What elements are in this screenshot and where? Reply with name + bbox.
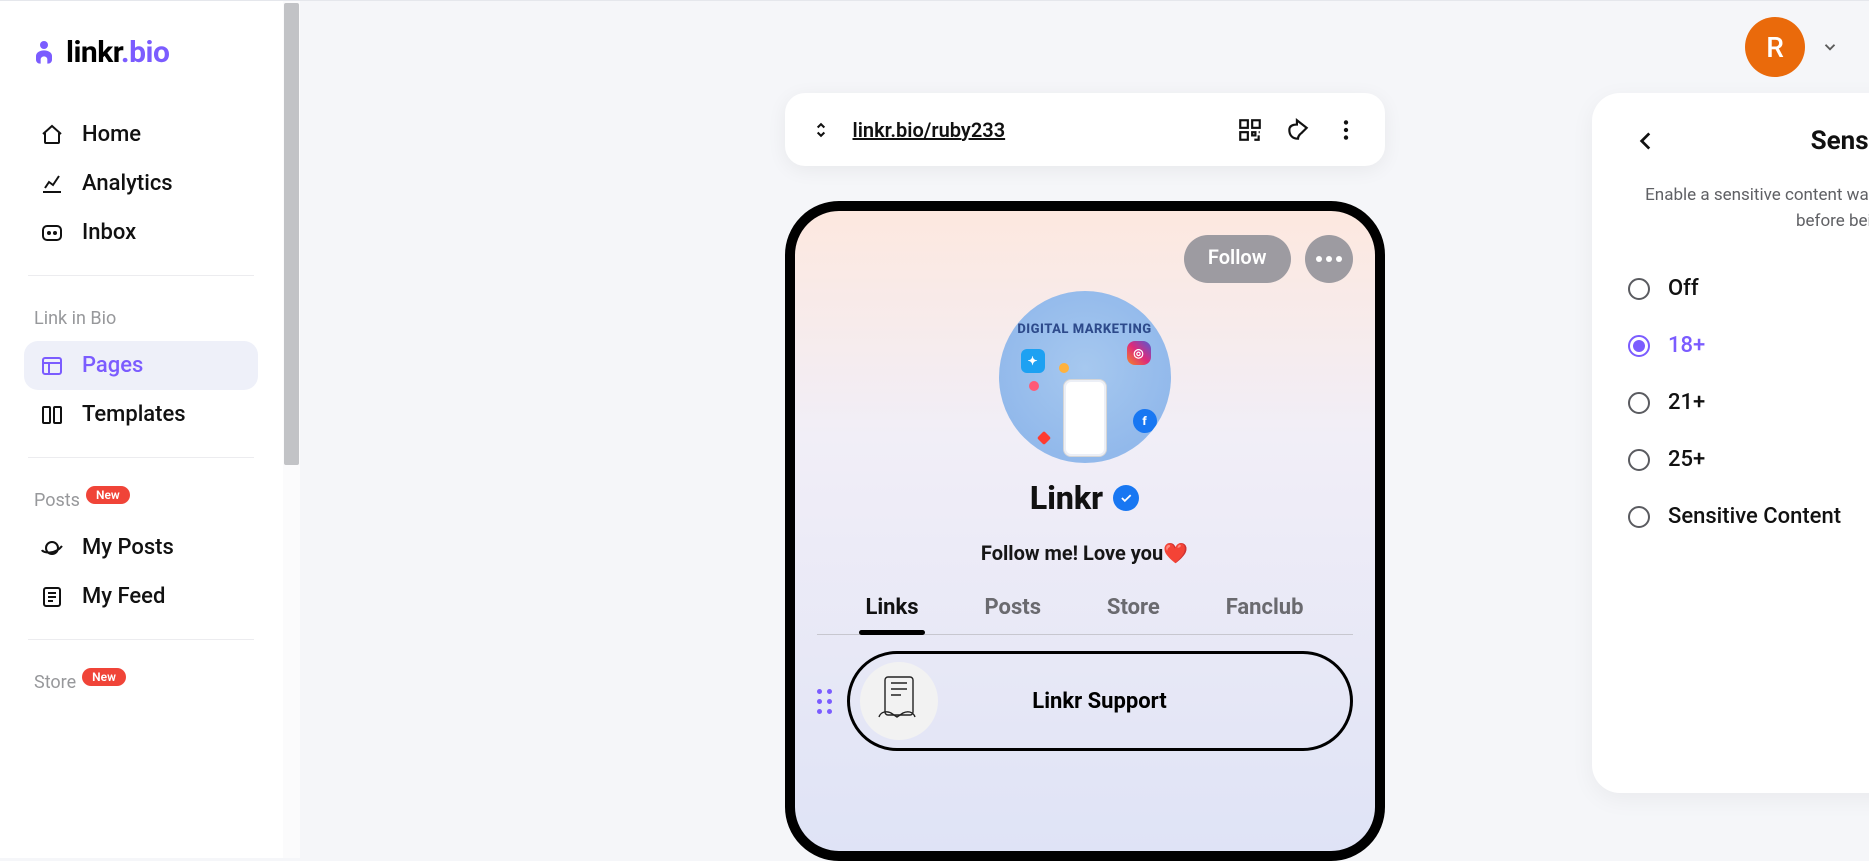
reorder-icon[interactable] [811, 120, 831, 140]
settings-panel: Sensitive Material Enable a sensitive co… [1592, 93, 1869, 793]
inbox-icon [40, 221, 64, 245]
brand-logo[interactable]: linkr.bio [28, 35, 258, 70]
radio-option-25[interactable]: 25+ [1628, 431, 1869, 488]
sidebar-item-templates[interactable]: Templates [24, 390, 258, 439]
sidebar-item-label: Home [82, 122, 141, 147]
brand-person-icon [28, 37, 60, 69]
back-button[interactable] [1628, 123, 1664, 159]
sidebar-section-posts: Posts New [34, 490, 258, 511]
user-avatar-button[interactable]: R [1745, 17, 1805, 77]
instagram-icon: ◎ [1127, 341, 1151, 365]
sidebar-divider [28, 639, 254, 640]
brand-text: linkr.bio [66, 35, 169, 70]
profile-bio: Follow me! Love you❤️ [817, 541, 1353, 565]
sidebar-item-analytics[interactable]: Analytics [24, 159, 258, 208]
radio-icon [1628, 392, 1650, 414]
sidebar-item-myposts[interactable]: My Posts [24, 523, 258, 572]
sidebar-item-home[interactable]: Home [24, 110, 258, 159]
sidebar: linkr.bio Home Analytics Inbox Link in B… [0, 1, 300, 858]
radio-option-18[interactable]: 18+ [1628, 317, 1869, 374]
home-icon [40, 123, 64, 147]
phone-preview: Follow DIGITAL MARKETING ✦ ◎ f Linkr [785, 201, 1385, 861]
topbar: R [1745, 17, 1839, 77]
new-badge: New [82, 668, 126, 686]
qr-icon[interactable] [1237, 117, 1263, 143]
analytics-icon [40, 172, 64, 196]
section-posts-label: Posts [34, 490, 80, 511]
sidebar-item-pages[interactable]: Pages [24, 341, 258, 390]
radio-label: 25+ [1668, 447, 1705, 472]
radio-option-21[interactable]: 21+ [1628, 374, 1869, 431]
more-vertical-icon[interactable] [1333, 117, 1359, 143]
sidebar-item-label: Pages [82, 353, 143, 378]
page-url-link[interactable]: linkr.bio/ruby233 [853, 118, 1215, 142]
radio-option-off[interactable]: Off [1628, 260, 1869, 317]
sidebar-scrollbar-thumb[interactable] [284, 3, 299, 465]
new-badge: New [86, 486, 130, 504]
follow-button[interactable]: Follow [1184, 235, 1291, 283]
sidebar-item-label: My Posts [82, 535, 174, 560]
twitter-icon: ✦ [1021, 349, 1045, 373]
sidebar-item-myfeed[interactable]: My Feed [24, 572, 258, 621]
section-store-label: Store [34, 672, 76, 693]
sidebar-item-label: Templates [82, 402, 186, 427]
drag-handle-icon[interactable] [817, 689, 837, 714]
templates-icon [40, 403, 64, 427]
decor-dot [1029, 381, 1039, 391]
link-block-label: Linkr Support [1032, 689, 1166, 714]
preview-tabs: Links Posts Store Fanclub [817, 587, 1353, 635]
decor-dot [1059, 363, 1069, 373]
facebook-icon: f [1133, 409, 1157, 433]
planet-icon [40, 536, 64, 560]
radio-label: 18+ [1668, 333, 1705, 358]
tab-store[interactable]: Store [1101, 587, 1166, 634]
chevron-down-icon[interactable] [1821, 38, 1839, 56]
sidebar-section-store: Store New [34, 672, 258, 693]
radio-icon [1628, 278, 1650, 300]
verified-badge-icon [1113, 485, 1139, 511]
radio-label: 21+ [1668, 390, 1705, 415]
link-block[interactable]: Linkr Support [847, 651, 1353, 751]
tab-links[interactable]: Links [859, 587, 924, 634]
avatar-phone-illustration [1063, 379, 1107, 457]
radio-option-sensitive[interactable]: Sensitive Content [1628, 488, 1869, 545]
profile-name: Linkr [1030, 479, 1103, 517]
panel-description: Enable a sensitive content warning to sh… [1628, 183, 1869, 234]
radio-icon [1628, 449, 1650, 471]
page-url-bar: linkr.bio/ruby233 [785, 93, 1385, 166]
feed-icon [40, 585, 64, 609]
sidebar-divider [28, 275, 254, 276]
sidebar-item-label: Inbox [82, 220, 136, 245]
tab-posts[interactable]: Posts [978, 587, 1047, 634]
panel-title: Sensitive Material [1811, 126, 1869, 156]
link-thumb-illustration [860, 662, 938, 740]
sidebar-item-label: Analytics [82, 171, 173, 196]
decor-dot [1036, 431, 1050, 445]
radio-label: Sensitive Content [1668, 504, 1841, 529]
sidebar-divider [28, 457, 254, 458]
radio-label: Off [1668, 276, 1699, 301]
sidebar-item-inbox[interactable]: Inbox [24, 208, 258, 257]
profile-more-button[interactable] [1305, 235, 1353, 283]
share-icon[interactable] [1285, 117, 1311, 143]
radio-icon [1628, 335, 1650, 357]
avatar-caption: DIGITAL MARKETING [999, 323, 1171, 337]
sidebar-item-label: My Feed [82, 584, 165, 609]
radio-icon [1628, 506, 1650, 528]
sidebar-section-linkinbio: Link in Bio [34, 308, 258, 329]
sidebar-scrollbar-gutter [283, 1, 300, 858]
tab-fanclub[interactable]: Fanclub [1220, 587, 1310, 634]
main-area: linkr.bio/ruby233 Follow DIGITAL MARKETI… [300, 1, 1869, 858]
chevron-left-icon [1633, 128, 1659, 154]
profile-avatar[interactable]: DIGITAL MARKETING ✦ ◎ f [999, 291, 1171, 463]
pages-icon [40, 354, 64, 378]
